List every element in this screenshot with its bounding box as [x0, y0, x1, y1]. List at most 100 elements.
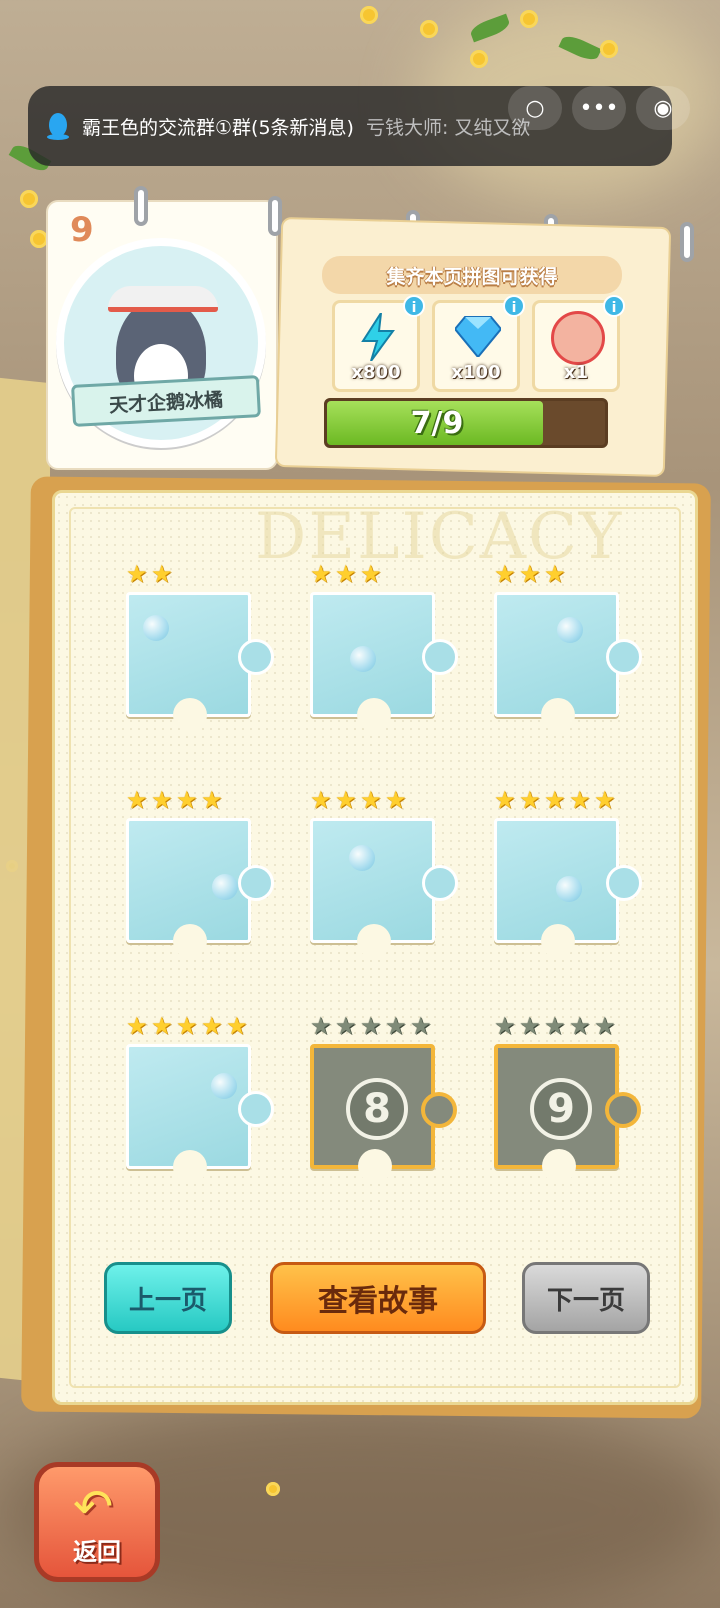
puzzle-piece[interactable]: ★ ★: [126, 562, 274, 732]
binder-ring: [134, 186, 148, 226]
info-icon[interactable]: i: [503, 295, 525, 317]
puzzle-piece-image: [310, 818, 458, 958]
notification-sender-text: 亏钱大师: 又纯又欲: [365, 116, 531, 139]
puzzle-piece[interactable]: ★ ★ ★: [310, 562, 458, 732]
star-icon: ★: [335, 560, 357, 588]
star-rating: ★ ★ ★: [494, 562, 568, 586]
info-icon[interactable]: i: [603, 295, 625, 317]
puzzle-piece-image: [494, 818, 642, 958]
star-icon: ★: [201, 786, 223, 814]
star-icon: ★: [360, 560, 382, 588]
star-icon: ★: [385, 786, 407, 814]
puzzle-piece-locked[interactable]: ★ ★ ★ ★ ★ 8: [310, 1014, 457, 1183]
next-page-button[interactable]: 下一页: [522, 1262, 650, 1334]
jigsaw-notch: [358, 1149, 392, 1183]
star-icon: ★: [126, 1012, 148, 1040]
bubble-decoration: [556, 876, 582, 902]
locked-piece-number: 8: [346, 1078, 408, 1140]
diamond-icon: [455, 316, 501, 357]
binder-ring: [680, 222, 694, 262]
puzzle-piece[interactable]: ★ ★ ★ ★: [310, 788, 458, 958]
star-icon: ★: [310, 786, 332, 814]
puzzle-piece[interactable]: ★ ★ ★ ★ ★: [126, 1014, 274, 1184]
jigsaw-tab: [605, 1092, 641, 1128]
more-options-icon[interactable]: •••: [572, 86, 626, 130]
search-icon[interactable]: ○: [508, 86, 562, 130]
star-rating: ★ ★ ★ ★ ★: [494, 1014, 618, 1038]
star-icon: ★: [201, 1012, 223, 1040]
star-icon: ★: [335, 1012, 357, 1040]
reward-item-character[interactable]: x1 i: [532, 295, 625, 392]
puzzle-piece[interactable]: ★ ★ ★ ★: [126, 788, 274, 958]
previous-page-button[interactable]: 上一页: [104, 1262, 232, 1334]
star-rating: ★ ★: [126, 562, 175, 586]
star-rating: ★ ★ ★ ★: [310, 788, 409, 812]
reward-qty: x1: [563, 362, 589, 383]
qq-penguin-icon: [47, 113, 69, 140]
star-icon: ★: [226, 1012, 248, 1040]
locked-piece-number: 9: [530, 1078, 592, 1140]
jigsaw-notch: [357, 698, 391, 732]
character-icon: [551, 311, 605, 365]
bubble-decoration: [349, 845, 375, 871]
reward-qty: x100: [451, 362, 501, 383]
star-icon: ★: [494, 560, 516, 588]
star-icon: ★: [151, 786, 173, 814]
jigsaw-notch: [173, 924, 207, 958]
jigsaw-tab: [606, 865, 642, 901]
notification-group-text: 霸王色的交流群①群(5条新消息): [82, 116, 354, 139]
puzzle-piece[interactable]: ★ ★ ★: [494, 562, 642, 732]
star-icon: ★: [310, 560, 332, 588]
star-icon: ★: [544, 786, 566, 814]
star-icon: ★: [335, 786, 357, 814]
puzzle-piece-image: [126, 1044, 274, 1184]
star-icon: ★: [594, 786, 616, 814]
close-target-icon[interactable]: ◉: [636, 86, 690, 130]
star-icon: ★: [544, 560, 566, 588]
star-icon: ★: [176, 786, 198, 814]
star-rating: ★ ★ ★: [310, 562, 384, 586]
star-icon: ★: [360, 1012, 382, 1040]
star-icon: ★: [569, 786, 591, 814]
star-icon: ★: [494, 1012, 516, 1040]
star-rating: ★ ★ ★ ★ ★: [494, 788, 618, 812]
view-story-button[interactable]: 查看故事: [270, 1262, 486, 1334]
star-icon: ★: [126, 560, 148, 588]
jigsaw-tab: [238, 639, 274, 675]
info-icon[interactable]: i: [403, 295, 425, 317]
puzzle-piece-image: [126, 818, 274, 958]
jigsaw-notch: [357, 924, 391, 958]
star-icon: ★: [310, 1012, 332, 1040]
puzzle-piece-locked[interactable]: ★ ★ ★ ★ ★ 9: [494, 1014, 641, 1183]
puzzle-piece-image: [494, 592, 642, 732]
reward-item-energy[interactable]: x800 i: [332, 295, 425, 392]
bubble-decoration: [143, 615, 169, 641]
bubble-decoration: [557, 617, 583, 643]
reward-title: 集齐本页拼图可获得: [322, 256, 622, 294]
binder-ring: [268, 196, 282, 236]
jigsaw-notch: [173, 698, 207, 732]
jigsaw-tab: [238, 1091, 274, 1127]
puzzle-piece-image: 8: [310, 1044, 457, 1183]
star-icon: ★: [519, 560, 541, 588]
star-icon: ★: [151, 1012, 173, 1040]
star-icon: ★: [519, 786, 541, 814]
mini-program-controls: ○ ••• ◉: [508, 86, 690, 130]
star-icon: ★: [544, 1012, 566, 1040]
star-icon: ★: [360, 786, 382, 814]
jigsaw-notch: [542, 1149, 576, 1183]
lightning-icon: [361, 313, 395, 361]
jigsaw-tab: [606, 639, 642, 675]
star-icon: ★: [126, 786, 148, 814]
jigsaw-notch: [541, 924, 575, 958]
back-button[interactable]: ↶ 返回: [34, 1462, 160, 1582]
collection-progress-bar: 7/9: [324, 398, 608, 448]
jigsaw-tab: [421, 1092, 457, 1128]
bubble-decoration: [212, 874, 238, 900]
star-icon: ★: [151, 560, 173, 588]
puzzle-piece[interactable]: ★ ★ ★ ★ ★: [494, 788, 642, 958]
back-arrow-icon: ↶: [73, 1479, 114, 1535]
reward-item-diamond[interactable]: x100 i: [432, 295, 525, 392]
bubble-decoration: [211, 1073, 237, 1099]
puzzle-piece-image: [126, 592, 274, 732]
